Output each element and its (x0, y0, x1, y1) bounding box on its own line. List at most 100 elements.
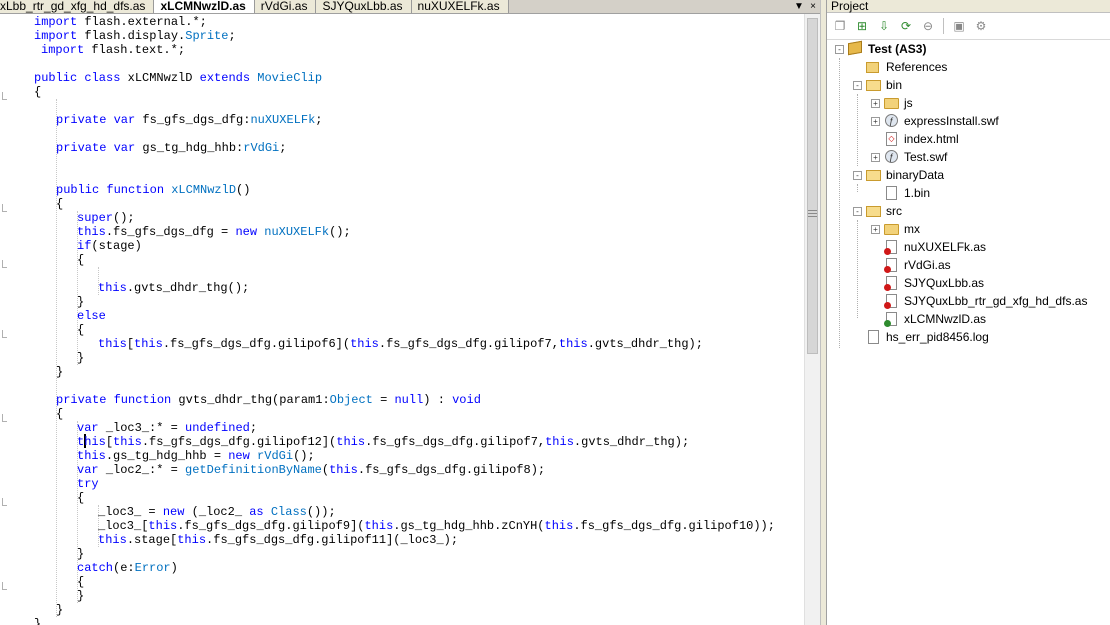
tree-item-label: Test.swf (904, 150, 948, 164)
code-token: public function (56, 183, 172, 197)
code-line[interactable]: public class xLCMNwzlD extends MovieClip (34, 71, 322, 85)
expand-icon[interactable]: + (871, 98, 880, 108)
expand-icon[interactable]: + (871, 116, 880, 126)
tree-item[interactable]: - Test (AS3) (835, 40, 926, 58)
code-line[interactable]: private var fs_gfs_dgs_dfg:nuXUXELFk; (56, 113, 322, 127)
code-line[interactable]: this.gvts_dhdr_thg(); (98, 281, 249, 295)
tree-item[interactable]: - binaryData (853, 166, 944, 184)
code-line[interactable]: this.fs_gfs_dgs_dfg = new nuXUXELFk(); (77, 225, 351, 239)
tree-item[interactable]: - bin (853, 76, 902, 94)
tree-item[interactable]: SJYQuxLbb.as (871, 274, 984, 292)
collapse-icon[interactable]: - (835, 44, 844, 54)
collapse-icon[interactable]: - (853, 206, 862, 216)
code-line[interactable]: } (77, 351, 84, 365)
code-line[interactable]: import flash.display.Sprite; (34, 29, 236, 43)
tree-item[interactable]: References (853, 58, 947, 76)
code-line[interactable]: private function gvts_dhdr_thg(param1:Ob… (56, 393, 481, 407)
copy-icon[interactable]: ❐ (831, 17, 849, 35)
code-line[interactable]: this.gs_tg_hdg_hhb = new rVdGi(); (77, 449, 315, 463)
fold-marker[interactable] (2, 92, 7, 100)
code-line[interactable]: this.stage[this.fs_gfs_dgs_dfg.gilipof11… (98, 533, 458, 547)
tab-rvdgi-as[interactable]: rVdGi.as (254, 0, 317, 13)
tree-item[interactable]: xLCMNwzlD.as (871, 310, 986, 328)
tab-list-dropdown-icon[interactable]: ▼ (792, 0, 806, 13)
code-line[interactable]: catch(e:Error) (77, 561, 178, 575)
tree-item[interactable]: SJYQuxLbb_rtr_gd_xfg_hd_dfs.as (871, 292, 1087, 310)
code-editor[interactable]: xLbb_rtr_gd_xfg_hd_dfs.as xLCMNwzlD.as rVd… (0, 0, 820, 625)
code-line[interactable]: { (56, 197, 63, 211)
code-line[interactable]: if(stage) (77, 239, 142, 253)
code-line[interactable]: super(); (77, 211, 135, 225)
tree-item[interactable]: + ƒ Test.swf (871, 148, 947, 166)
code-line[interactable]: } (77, 589, 84, 603)
code-line[interactable]: { (77, 253, 84, 267)
code-line[interactable]: try (77, 477, 99, 491)
tree-item[interactable]: ◇ index.html (871, 130, 959, 148)
code-line[interactable]: import flash.text.*; (41, 43, 185, 57)
tree-item[interactable]: hs_err_pid8456.log (853, 328, 989, 346)
code-line[interactable]: { (77, 491, 84, 505)
tab-nuxuxelfk-as[interactable]: nuXUXELFk.as (411, 0, 509, 13)
code-token: (e: (113, 561, 135, 575)
scrollbar-thumb[interactable] (807, 18, 818, 354)
code-token: this (77, 449, 106, 463)
code-token: .stage[ (126, 533, 178, 547)
tree-item[interactable]: nuXUXELFk.as (871, 238, 986, 256)
settings-icon[interactable]: ⚙ (972, 17, 990, 35)
swf-icon: ƒ (884, 150, 900, 164)
code-line[interactable]: public function xLCMNwzlD() (56, 183, 250, 197)
fold-marker[interactable] (2, 582, 7, 590)
tree-item[interactable]: - src (853, 202, 902, 220)
code-token: this (98, 337, 127, 351)
project-panel: Project ❐ ⊞ ⇩ ⟳ ⊖ ▣ ⚙ - Test (AS3) Referen… (826, 0, 1110, 625)
code-line[interactable]: { (34, 85, 41, 99)
code-line[interactable]: } (77, 547, 84, 561)
expand-icon[interactable]: + (871, 152, 880, 162)
tree-item[interactable]: + mx (871, 220, 920, 238)
code-token: private var (56, 141, 143, 155)
log-file-icon (866, 330, 882, 344)
code-line[interactable]: { (56, 407, 63, 421)
tab-sjyquxlbb-as[interactable]: SJYQuxLbb.as (316, 0, 412, 13)
tree-item[interactable]: + js (871, 94, 913, 112)
code-line[interactable]: _loc3_[this.fs_gfs_dgs_dfg.gilipof9](thi… (98, 519, 775, 533)
fold-marker[interactable] (2, 204, 7, 212)
code-line[interactable]: _loc3_ = new (_loc2_ as Class()); (98, 505, 336, 519)
code-line[interactable]: this[this.fs_gfs_dgs_dfg.gilipof6](this.… (98, 337, 703, 351)
stop-icon[interactable]: ⊖ (919, 17, 937, 35)
tree-item[interactable]: 1.bin (871, 184, 930, 202)
properties-icon[interactable]: ▣ (950, 17, 968, 35)
code-line[interactable]: this[this.fs_gfs_dgs_dfg.gilipof12](this… (77, 435, 689, 449)
code-token: } (56, 365, 64, 379)
code-area[interactable]: import flash.external.*; import flash.dis… (14, 14, 804, 625)
fold-marker[interactable] (2, 498, 7, 506)
code-line[interactable]: } (34, 617, 41, 625)
fold-marker[interactable] (2, 260, 7, 268)
refresh-icon[interactable]: ⟳ (897, 17, 915, 35)
code-line[interactable]: import flash.external.*; (34, 15, 207, 29)
build-icon[interactable]: ⇩ (875, 17, 893, 35)
code-line[interactable]: var _loc2_:* = getDefinitionByName(this.… (77, 463, 545, 477)
tab-xlcmnwzld-as[interactable]: xLCMNwzlD.as (154, 0, 255, 13)
fold-marker[interactable] (2, 414, 7, 422)
vertical-scrollbar[interactable] (804, 14, 820, 625)
expand-icon[interactable]: + (871, 224, 880, 234)
html-file-icon: ◇ (884, 132, 900, 146)
code-line[interactable]: } (56, 603, 63, 617)
close-tab-icon[interactable]: × (806, 0, 820, 13)
collapse-icon[interactable]: - (853, 80, 862, 90)
code-line[interactable]: else (77, 309, 106, 323)
tree-item[interactable]: rVdGi.as (871, 256, 951, 274)
tree-item[interactable]: + ƒ expressInstall.swf (871, 112, 999, 130)
fold-marker[interactable] (2, 330, 7, 338)
code-line[interactable]: } (77, 295, 84, 309)
code-line[interactable]: { (77, 323, 84, 337)
code-line[interactable]: } (56, 365, 63, 379)
code-line[interactable]: private var gs_tg_hdg_hhb:rVdGi; (56, 141, 286, 155)
tab-xlbb_rtr_gd_xfg_hd_dfs-as[interactable]: xLbb_rtr_gd_xfg_hd_dfs.as (0, 0, 155, 13)
add-file-icon[interactable]: ⊞ (853, 17, 871, 35)
collapse-icon[interactable]: - (853, 170, 862, 180)
code-line[interactable]: var _loc3_:* = undefined; (77, 421, 257, 435)
fold-gutter[interactable] (0, 14, 12, 625)
code-line[interactable]: { (77, 575, 84, 589)
